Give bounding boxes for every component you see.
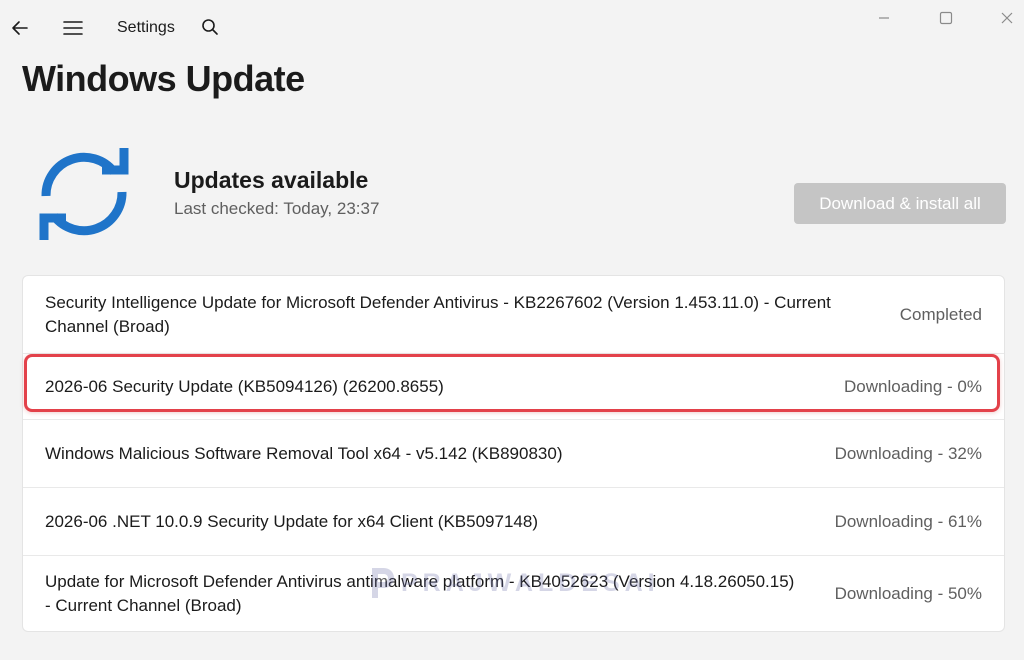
status-title: Updates available <box>174 167 369 193</box>
update-name: 2026-06 Security Update (KB5094126) (262… <box>45 376 444 396</box>
update-row: Update for Microsoft Defender Antivirus … <box>23 556 1004 631</box>
update-status: Downloading - 0% <box>844 376 982 396</box>
update-name: Update for Microsoft Defender Antivirus … <box>45 571 795 615</box>
update-row: Windows Malicious Software Removal Tool … <box>23 420 1004 488</box>
app-title: Settings <box>117 19 175 36</box>
update-row: Security Intelligence Update for Microso… <box>23 276 1004 354</box>
update-status: Completed <box>899 304 982 324</box>
update-name: Security Intelligence Update for Microso… <box>45 292 831 336</box>
update-row: 2026-06 .NET 10.0.9 Security Update for … <box>23 488 1004 556</box>
updates-list: Security Intelligence Update for Microso… <box>22 275 1005 632</box>
maximize-icon <box>939 11 953 25</box>
close-button[interactable] <box>987 4 1024 32</box>
hamburger-menu-icon[interactable] <box>55 10 91 46</box>
maximize-button[interactable] <box>926 4 966 32</box>
sync-icon <box>32 142 136 246</box>
update-name: Windows Malicious Software Removal Tool … <box>45 443 563 463</box>
update-status: Downloading - 61% <box>834 511 982 531</box>
update-status: Downloading - 32% <box>834 443 982 463</box>
update-name: 2026-06 .NET 10.0.9 Security Update for … <box>45 511 538 531</box>
close-icon <box>1001 12 1013 24</box>
back-arrow-icon[interactable] <box>2 10 38 46</box>
download-install-all-button[interactable]: Download & install all <box>794 183 1006 224</box>
search-icon[interactable] <box>192 9 228 45</box>
minimize-button[interactable] <box>864 4 904 32</box>
title-bar: Settings <box>0 0 1024 56</box>
update-row: 2026-06 Security Update (KB5094126) (262… <box>23 354 1004 420</box>
page-title: Windows Update <box>22 58 305 99</box>
last-checked-text: Last checked: Today, 23:37 <box>174 199 380 218</box>
minimize-icon <box>879 17 889 19</box>
update-status: Downloading - 50% <box>834 583 982 603</box>
